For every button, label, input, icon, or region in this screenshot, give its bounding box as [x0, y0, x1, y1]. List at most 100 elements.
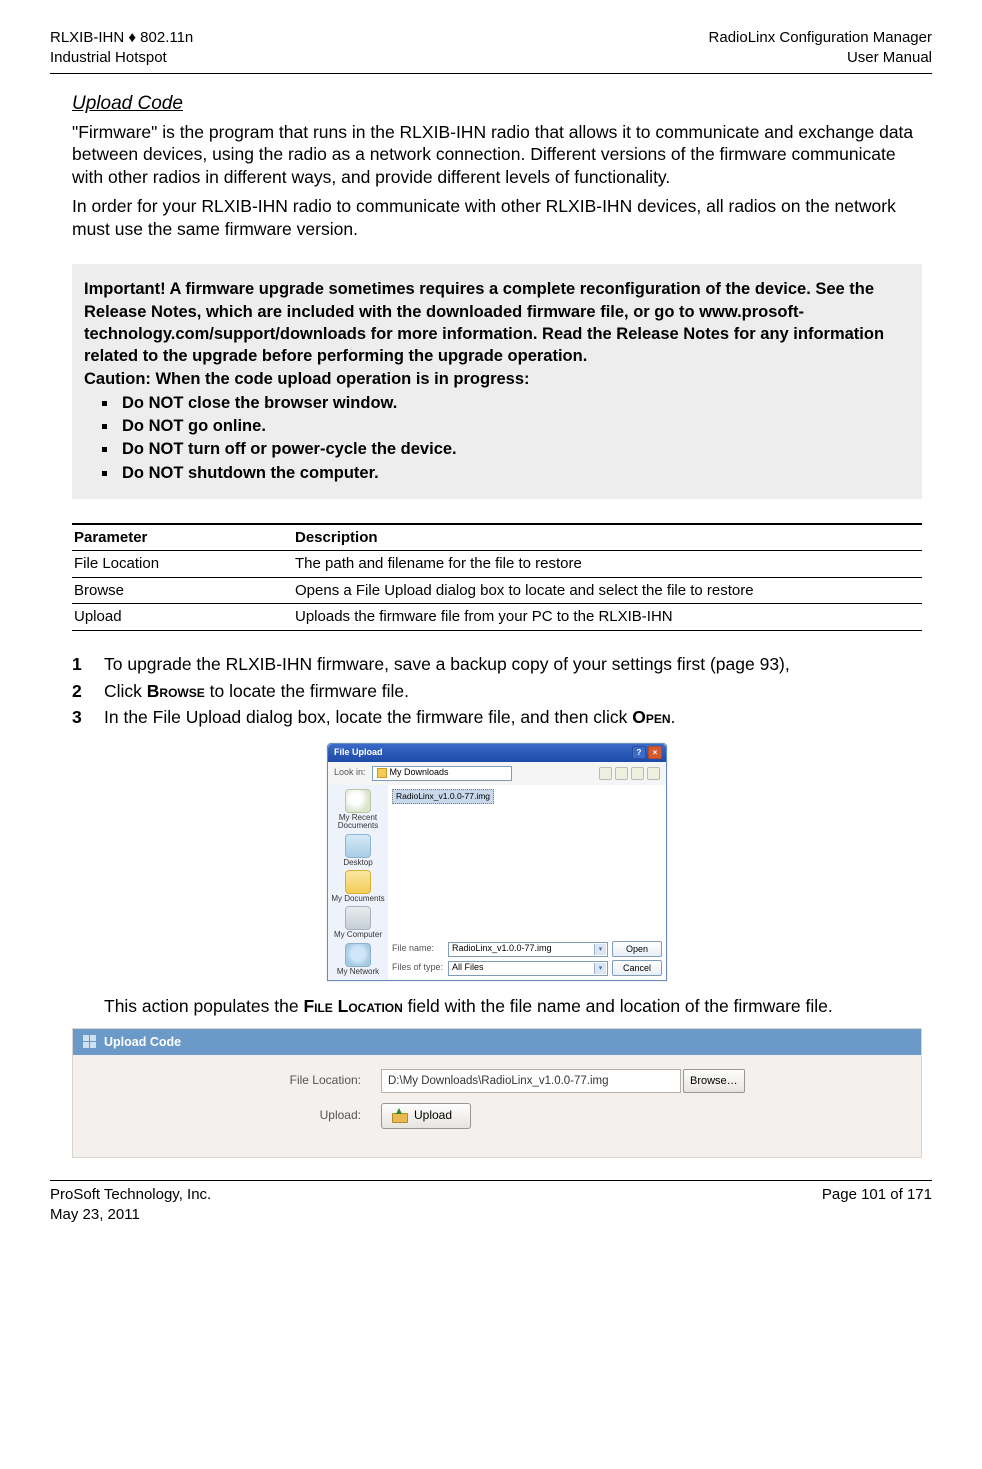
th-description: Description: [293, 524, 922, 551]
desktop-icon: [345, 834, 371, 858]
upload-code-panel: Upload Code File Location: D:\My Downloa…: [72, 1028, 922, 1158]
lookin-value: My Downloads: [390, 767, 449, 779]
viewmenu-icon[interactable]: [647, 767, 660, 780]
footer-left-1: ProSoft Technology, Inc.: [50, 1185, 211, 1205]
parameter-table: Parameter Description File Location The …: [72, 523, 922, 631]
important-note-box: Important! A firmware upgrade sometimes …: [72, 264, 922, 498]
important-item: Do NOT turn off or power-cycle the devic…: [118, 438, 910, 460]
dialog-title: File Upload: [334, 747, 383, 757]
section-title: Upload Code: [72, 92, 922, 117]
step-2-text: Click Browse to locate the firmware file…: [104, 680, 922, 703]
table-row: Upload Uploads the firmware file from yo…: [72, 604, 922, 631]
page-header-2: Industrial Hotspot User Manual: [50, 48, 932, 68]
value: D:\My Downloads\RadioLinx_v1.0.0-77.img: [388, 1074, 609, 1089]
footer-right-1: Page 101 of 171: [822, 1185, 932, 1205]
important-item: Do NOT go online.: [118, 415, 910, 437]
label: My Network: [337, 967, 379, 976]
file-location-label: File Location:: [91, 1073, 381, 1089]
header-left-2: Industrial Hotspot: [50, 48, 167, 68]
footer-rule: [50, 1180, 932, 1181]
back-icon[interactable]: [599, 767, 612, 780]
open-button[interactable]: Open: [612, 941, 662, 957]
close-icon[interactable]: ×: [648, 746, 662, 759]
txt: Click: [104, 681, 147, 701]
file-location-input[interactable]: D:\My Downloads\RadioLinx_v1.0.0-77.img: [381, 1069, 681, 1093]
up-icon[interactable]: [615, 767, 628, 780]
places-recent[interactable]: My Recent Documents: [328, 789, 388, 831]
cell-desc: The path and filename for the file to re…: [293, 551, 922, 578]
txt: This action populates the: [104, 996, 303, 1016]
value: RadioLinx_v1.0.0-77.img: [452, 943, 552, 955]
folder-icon: [377, 768, 387, 778]
intro-paragraph-2: In order for your RLXIB-IHN radio to com…: [72, 195, 922, 241]
places-mydocs[interactable]: My Documents: [331, 870, 384, 903]
page-header: RLXIB-IHN ♦ 802.11n RadioLinx Configurat…: [50, 28, 932, 48]
dialog-toolbar: Look in: My Downloads: [328, 762, 666, 785]
footer-left-2: May 23, 2011: [50, 1205, 140, 1225]
label: My Recent Documents: [338, 813, 378, 830]
txt: In the File Upload dialog box, locate th…: [104, 707, 632, 727]
steps-list: 1 To upgrade the RLXIB-IHN firmware, sav…: [72, 653, 922, 729]
th-parameter: Parameter: [72, 524, 293, 551]
important-text-2: Caution: When the code upload operation …: [84, 368, 910, 390]
open-word: Open: [632, 707, 670, 727]
filename-label: File name:: [392, 943, 444, 955]
filename-input[interactable]: RadioLinx_v1.0.0-77.img ▾: [448, 942, 608, 957]
file-list-area[interactable]: RadioLinx_v1.0.0-77.img File name: Radio…: [388, 785, 666, 980]
cell-desc: Opens a File Upload dialog box to locate…: [293, 577, 922, 604]
places-bar: My Recent Documents Desktop My Documents…: [328, 785, 388, 980]
browse-word: Browse: [147, 681, 205, 701]
file-location-word: File Location: [303, 996, 402, 1016]
step-3-text: In the File Upload dialog box, locate th…: [104, 706, 922, 729]
mynet-icon: [345, 943, 371, 967]
chevron-down-icon[interactable]: ▾: [594, 944, 606, 955]
panel-title: Upload Code: [73, 1029, 921, 1055]
txt: to locate the firmware file.: [205, 681, 409, 701]
cancel-button[interactable]: Cancel: [612, 960, 662, 976]
page-footer-2: May 23, 2011: [50, 1205, 932, 1225]
label: My Computer: [334, 930, 382, 939]
step-number: 2: [72, 680, 104, 703]
table-row: Browse Opens a File Upload dialog box to…: [72, 577, 922, 604]
label: My Documents: [331, 894, 384, 903]
mycomp-icon: [345, 906, 371, 930]
cell-desc: Uploads the firmware file from your PC t…: [293, 604, 922, 631]
label: Upload: [414, 1108, 452, 1124]
places-desktop[interactable]: Desktop: [343, 834, 372, 867]
important-text-1: Important! A firmware upgrade sometimes …: [84, 278, 910, 367]
places-mycomp[interactable]: My Computer: [334, 906, 382, 939]
dialog-titlebar[interactable]: File Upload ? ×: [328, 744, 666, 762]
filetype-input[interactable]: All Files ▾: [448, 961, 608, 976]
txt: field with the file name and location of…: [403, 996, 833, 1016]
header-right-2: User Manual: [847, 48, 932, 68]
file-item-selected[interactable]: RadioLinx_v1.0.0-77.img: [392, 789, 494, 804]
cell-param: Upload: [72, 604, 293, 631]
browse-button[interactable]: Browse…: [683, 1069, 745, 1093]
header-left-1: RLXIB-IHN ♦ 802.11n: [50, 28, 193, 48]
label: Desktop: [343, 858, 372, 867]
table-row: File Location The path and filename for …: [72, 551, 922, 578]
filetype-label: Files of type:: [392, 962, 444, 974]
header-right-1: RadioLinx Configuration Manager: [709, 28, 932, 48]
step-number: 1: [72, 653, 104, 676]
cell-param: File Location: [72, 551, 293, 578]
cell-param: Browse: [72, 577, 293, 604]
intro-paragraph-1: "Firmware" is the program that runs in t…: [72, 121, 922, 189]
txt: .: [671, 707, 676, 727]
newfolder-icon[interactable]: [631, 767, 644, 780]
mydocs-icon: [345, 870, 371, 894]
page-footer: ProSoft Technology, Inc. Page 101 of 171: [50, 1185, 932, 1205]
file-upload-dialog: File Upload ? × Look in: My Downloads: [327, 743, 667, 981]
important-item: Do NOT shutdown the computer.: [118, 462, 910, 484]
places-mynet[interactable]: My Network: [337, 943, 379, 976]
recent-icon: [345, 789, 371, 813]
lookin-combo[interactable]: My Downloads: [372, 766, 512, 781]
panel-icon: [83, 1035, 96, 1048]
chevron-down-icon[interactable]: ▾: [594, 963, 606, 974]
lookin-label: Look in:: [334, 767, 366, 779]
step-1-text: To upgrade the RLXIB-IHN firmware, save …: [104, 653, 922, 676]
panel-title-text: Upload Code: [104, 1034, 181, 1050]
value: All Files: [452, 962, 484, 974]
upload-button[interactable]: Upload: [381, 1103, 471, 1129]
help-icon[interactable]: ?: [632, 746, 646, 759]
